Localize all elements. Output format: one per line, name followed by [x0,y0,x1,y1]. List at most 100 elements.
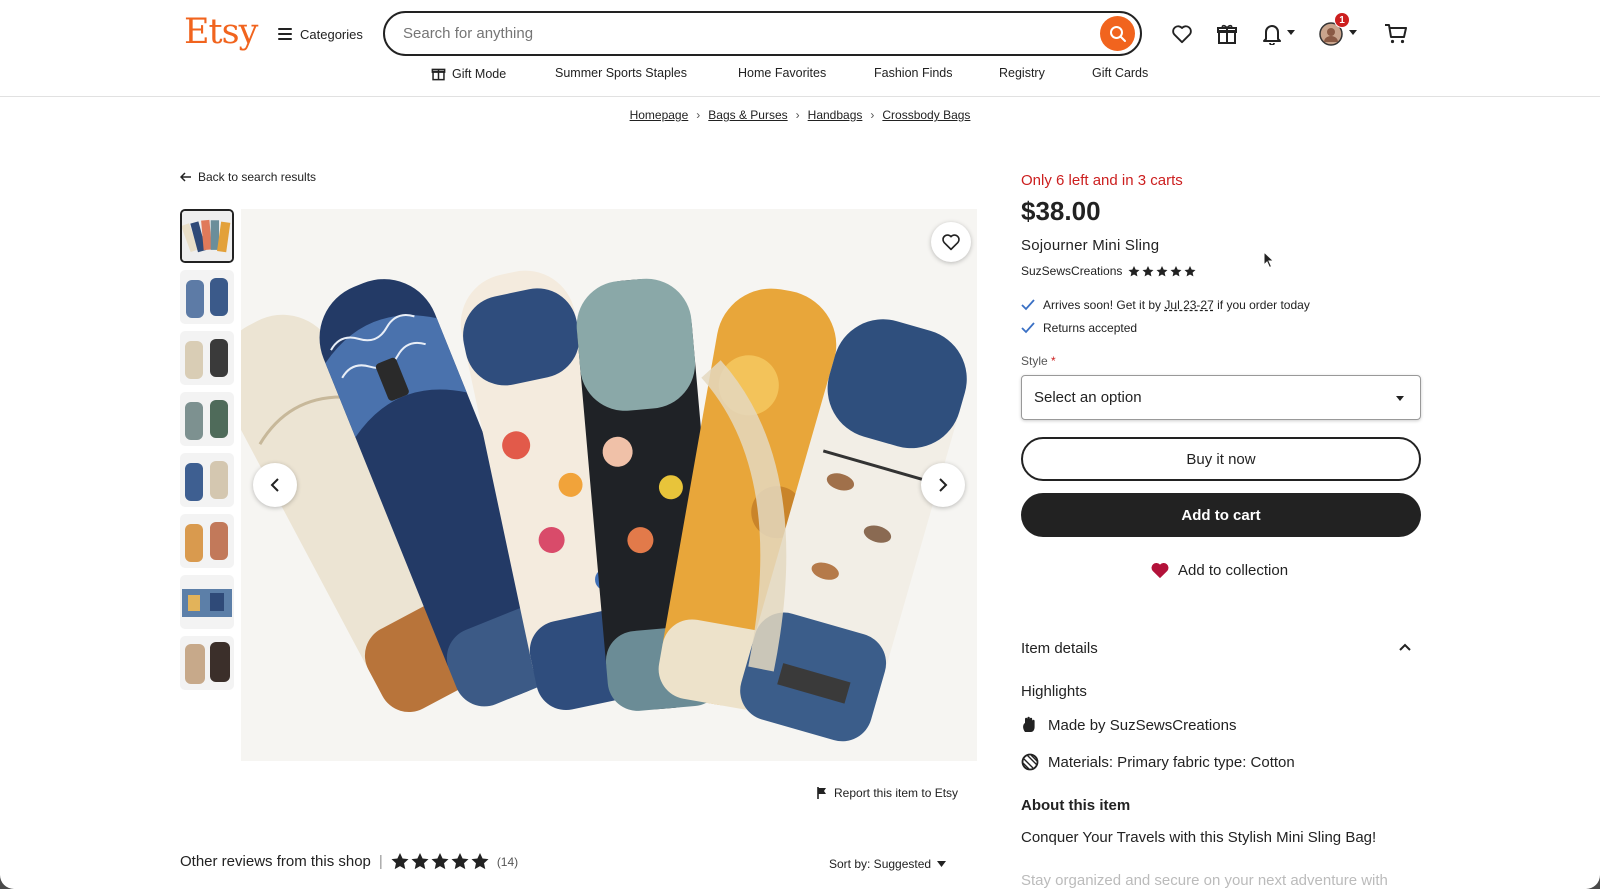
breadcrumb: Homepage › Bags & Purses › Handbags › Cr… [0,108,1600,122]
returns-label: Returns accepted [1043,321,1138,335]
notification-badge: 1 [1334,12,1350,28]
hand-icon [1023,716,1035,732]
listing-title: Sojourner Mini Sling [1021,237,1160,254]
etsy-logo[interactable]: Etsy [184,12,258,52]
product-image[interactable] [241,209,977,761]
cart-button[interactable] [1382,20,1410,48]
product-photo-illustration [241,209,977,761]
style-select-value: Select an option [1034,389,1142,406]
shop-reviews-header: Other reviews from this shop | (14) [180,853,518,870]
reviews-heading: Other reviews from this shop [180,853,371,870]
divider: | [378,853,383,870]
star-icon [1156,265,1168,276]
mouse-cursor-icon [1263,251,1275,269]
yarn-icon [1021,753,1039,771]
categories-button[interactable]: Categories [278,22,363,46]
categories-label: Categories [300,26,363,42]
favorites-button[interactable] [1168,20,1196,48]
highlights-heading: Highlights [1021,683,1087,700]
required-marker: * [1051,354,1056,368]
search-icon [1109,25,1126,42]
breadcrumb-bags-purses[interactable]: Bags & Purses [708,108,787,122]
item-details-toggle[interactable]: Item details [1021,640,1421,657]
check-icon [1021,299,1035,311]
about-item-heading: About this item [1021,797,1131,814]
chevron-left-icon [270,478,279,492]
buy-now-button[interactable]: Buy it now [1021,437,1421,481]
item-details-heading: Item details [1021,640,1098,657]
materials-text: Materials: Primary fabric type: Cotton [1048,753,1295,771]
style-select[interactable]: Select an option [1021,375,1421,420]
shop-link[interactable]: SuzSewsCreations [1021,264,1196,278]
thumbnail-3[interactable] [180,331,234,385]
chevron-right-icon: › [696,108,701,122]
star-icon [1128,265,1140,276]
nav-gift-mode-label: Gift Mode [452,66,507,81]
arrow-left-icon [180,172,191,182]
search-input[interactable] [403,25,1053,42]
star-icon [1184,265,1196,276]
previous-image-button[interactable] [253,463,297,507]
about-item-text: Conquer Your Travels with this Stylish M… [1021,829,1377,846]
check-icon [1021,322,1035,334]
notifications-button[interactable] [1258,20,1286,48]
nav-gift-cards[interactable]: Gift Cards [1092,66,1148,80]
thumbnail-6[interactable] [180,514,234,568]
report-item-link[interactable]: Report this item to Etsy [817,786,958,800]
breadcrumb-crossbody-bags[interactable]: Crossbody Bags [882,108,970,122]
chevron-down-icon[interactable] [1349,30,1357,35]
back-to-search-link[interactable]: Back to search results [180,170,316,184]
highlight-materials: Materials: Primary fabric type: Cotton [1021,753,1295,771]
arrival-estimate: Arrives soon! Get it by Jul 23-27 if you… [1021,298,1310,312]
next-image-button[interactable] [921,463,965,507]
breadcrumb-handbags[interactable]: Handbags [808,108,863,122]
arrival-dates[interactable]: Jul 23-27 [1164,298,1213,312]
caret-down-icon [937,861,947,867]
chevron-right-icon: › [795,108,800,122]
nav-fashion-finds[interactable]: Fashion Finds [874,66,953,80]
highlight-made-by: Made by SuzSewsCreations [1021,716,1236,734]
caret-down-icon [1396,396,1404,401]
rating-stars [391,853,489,870]
breadcrumb-homepage[interactable]: Homepage [630,108,689,122]
gift-button[interactable] [1213,20,1241,48]
shop-rating-stars [1128,265,1196,277]
star-icon [411,853,429,870]
add-to-cart-button[interactable]: Add to cart [1021,493,1421,537]
thumbnail-strip [180,209,236,697]
style-label: Style * [1021,354,1056,368]
star-icon [431,853,449,870]
style-label-text: Style [1021,354,1048,368]
site-header: Etsy Categories 1 [0,0,1600,97]
thumbnail-8[interactable] [180,636,234,690]
favorite-button[interactable] [931,222,971,262]
flag-icon [817,787,826,799]
thumbnail-2[interactable] [180,270,234,324]
stock-alert: Only 6 left and in 3 carts [1021,172,1183,189]
thumbnail-1[interactable] [180,209,234,263]
search-bar [383,11,1142,56]
thumbnail-5[interactable] [180,453,234,507]
nav-registry[interactable]: Registry [999,66,1045,80]
made-by-prefix: Made by [1048,716,1106,734]
about-item-text-faded: Stay organized and secure on your next a… [1021,872,1388,889]
search-button[interactable] [1100,16,1135,51]
thumbnail-4[interactable] [180,392,234,446]
add-to-collection-button[interactable]: Add to collection [1150,561,1288,579]
etsy-listing-page: Etsy Categories 1 [0,0,1600,889]
returns-note: Returns accepted [1021,321,1137,335]
menu-icon [278,28,292,40]
back-link-label: Back to search results [198,170,317,184]
chevron-down-icon[interactable] [1287,30,1295,35]
sort-dropdown[interactable]: Sort by: Suggested [829,857,947,871]
star-icon [1142,265,1154,276]
shop-name: SuzSewsCreations [1021,264,1123,278]
made-by-shop-link[interactable]: SuzSewsCreations [1110,717,1237,734]
review-count: (14) [496,854,519,869]
nav-gift-mode[interactable]: Gift Mode [431,66,506,81]
thumbnail-7[interactable] [180,575,234,629]
bell-icon [1263,25,1281,45]
nav-home-favorites[interactable]: Home Favorites [738,66,826,80]
nav-summer-sports[interactable]: Summer Sports Staples [555,66,687,80]
gift-icon [431,68,446,81]
